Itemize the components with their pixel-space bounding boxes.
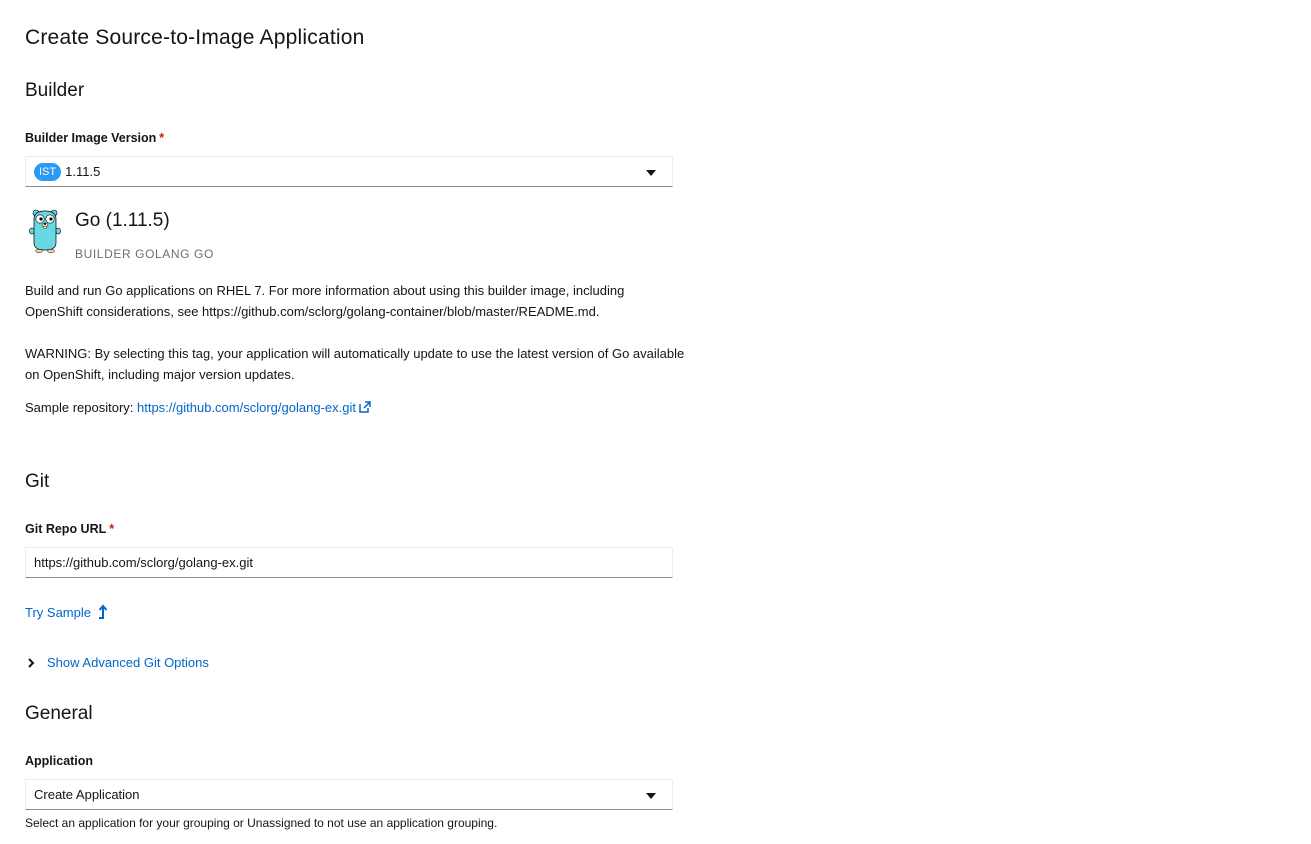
chevron-right-icon (28, 657, 35, 668)
git-repo-url-value: https://github.com/sclorg/golang-ex.git (34, 555, 253, 570)
sample-repository-label: Sample repository: (25, 400, 137, 415)
builder-section-title: Builder (25, 80, 85, 101)
git-repo-url-label-text: Git Repo URL (25, 522, 107, 536)
ist-badge: IST (34, 162, 62, 181)
git-repo-url-input[interactable]: https://github.com/sclorg/golang-ex.git (25, 547, 673, 578)
builder-warning: WARNING: By selecting this tag, your app… (25, 346, 685, 382)
required-marker: * (159, 131, 165, 145)
try-sample-label: Try Sample (25, 604, 91, 620)
git-repo-url-label: Git Repo URL * (25, 522, 114, 536)
builder-description: Build and run Go applications on RHEL 7.… (25, 283, 625, 319)
application-label: Application (25, 754, 94, 768)
show-advanced-git-options-toggle[interactable]: Show Advanced Git Options (27, 655, 209, 670)
level-up-icon (98, 604, 108, 619)
caret-down-icon (646, 793, 656, 799)
create-s2i-page: Create Source-to-Image Application Build… (0, 0, 1311, 844)
gopher-icon (29, 209, 61, 253)
show-advanced-git-options-label: Show Advanced Git Options (47, 655, 209, 670)
external-link-icon[interactable] (359, 401, 371, 413)
application-select[interactable]: Create Application (25, 779, 673, 810)
git-section-title: Git (25, 471, 50, 492)
builder-image-version-select[interactable]: IST 1.11.5 (25, 156, 673, 187)
builder-image-version-label-text: Builder Image Version (25, 131, 157, 145)
builder-image-version-value: 1.11.5 (65, 164, 101, 179)
sample-repository-link[interactable]: https://github.com/sclorg/golang-ex.git (137, 400, 356, 415)
builder-tags: BUILDER GOLANG GO (75, 247, 214, 261)
try-sample-button[interactable]: Try Sample (25, 604, 109, 620)
required-marker: * (109, 522, 115, 536)
caret-down-icon (646, 170, 656, 176)
application-select-value: Create Application (34, 787, 140, 802)
application-helper-text: Select an application for your grouping … (25, 816, 498, 830)
builder-name: Go (1.11.5) (75, 210, 170, 231)
general-section-title: General (25, 703, 93, 724)
sample-repository: Sample repository: https://github.com/sc… (25, 397, 685, 418)
page-title: Create Source-to-Image Application (25, 26, 365, 49)
builder-image-version-label: Builder Image Version * (25, 131, 164, 145)
